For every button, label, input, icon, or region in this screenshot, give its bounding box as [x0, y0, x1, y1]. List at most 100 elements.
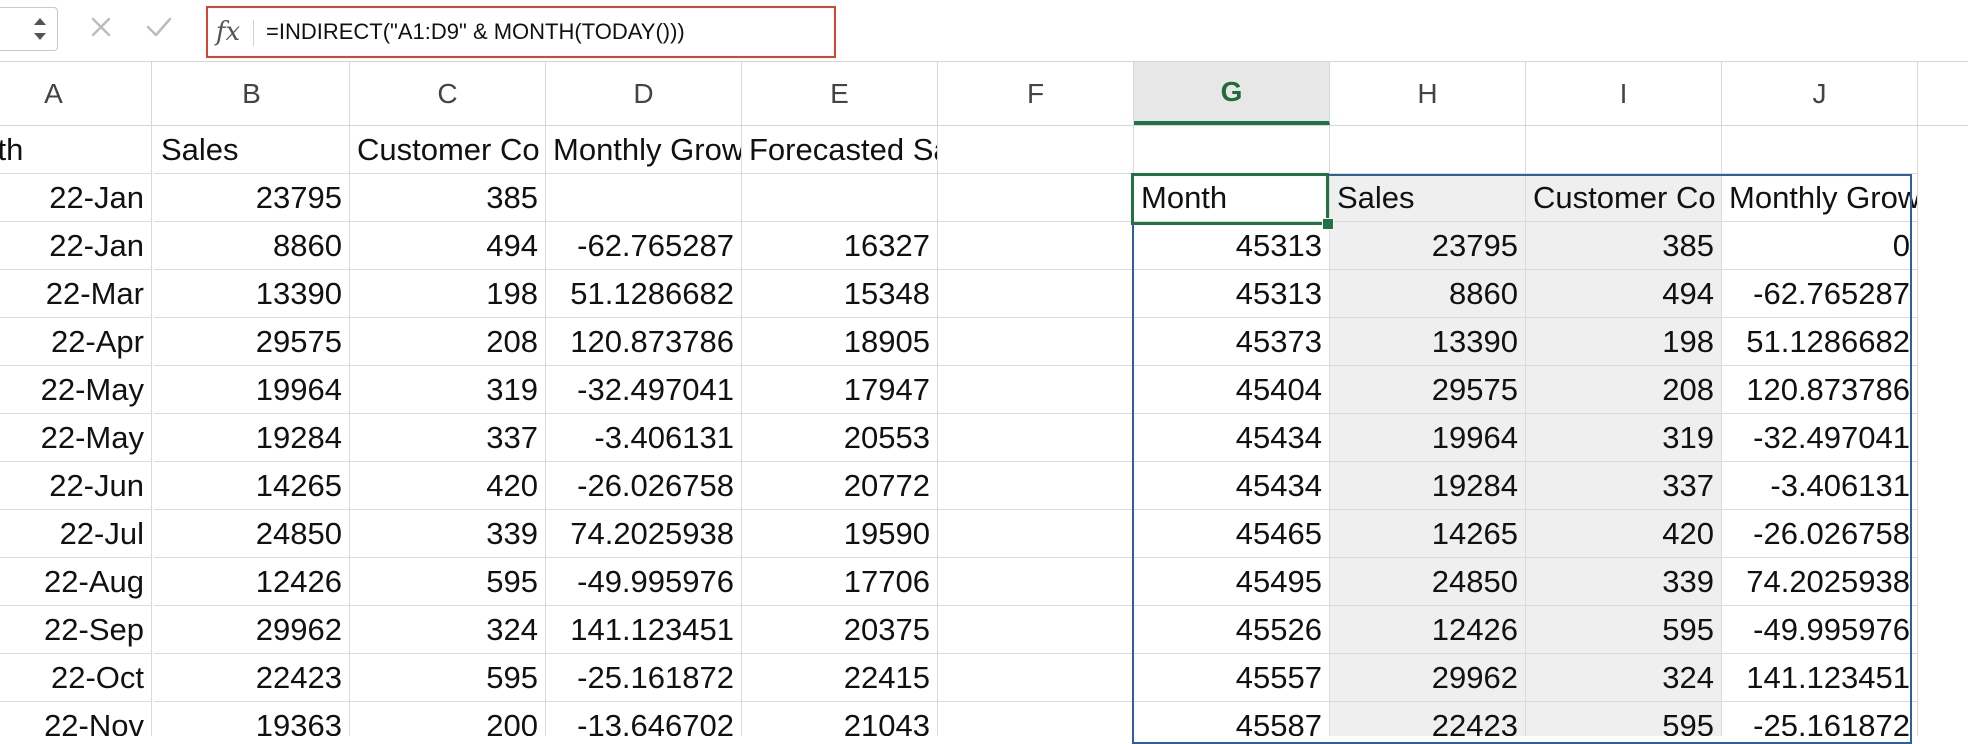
cell-b[interactable]: 29575: [154, 318, 350, 366]
cell-j[interactable]: 74.2025938: [1722, 558, 1918, 606]
cell-i[interactable]: Customer Co: [1526, 174, 1722, 222]
cell-f[interactable]: [938, 702, 1134, 736]
cell-a[interactable]: 22-Jan: [0, 174, 152, 222]
cell-f[interactable]: [938, 126, 1134, 174]
cell-a[interactable]: 22-Mar: [0, 270, 152, 318]
cell-j[interactable]: 51.1286682: [1722, 318, 1918, 366]
cell-b[interactable]: 19284: [154, 414, 350, 462]
cell-g[interactable]: [1134, 126, 1330, 174]
cell-f[interactable]: [938, 606, 1134, 654]
column-header-g[interactable]: G: [1134, 62, 1330, 125]
cell-g[interactable]: 45587: [1134, 702, 1330, 736]
cell-b[interactable]: 29962: [154, 606, 350, 654]
column-header-b[interactable]: B: [154, 62, 350, 125]
cell-g[interactable]: 45313: [1134, 270, 1330, 318]
cell-g[interactable]: 45434: [1134, 462, 1330, 510]
column-header-h[interactable]: H: [1330, 62, 1526, 125]
cell-c[interactable]: 208: [350, 318, 546, 366]
cell-f[interactable]: [938, 414, 1134, 462]
column-header-j[interactable]: J: [1722, 62, 1918, 125]
cell-a[interactable]: 22-Aug: [0, 558, 152, 606]
cell-h[interactable]: 19284: [1330, 462, 1526, 510]
cell-e[interactable]: 17947: [742, 366, 938, 414]
cell-f[interactable]: [938, 318, 1134, 366]
cell-g[interactable]: 45313: [1134, 222, 1330, 270]
column-header-e[interactable]: E: [742, 62, 938, 125]
cell-a[interactable]: 22-Jun: [0, 462, 152, 510]
cell-a[interactable]: 22-Jan: [0, 222, 152, 270]
cell-e[interactable]: 20772: [742, 462, 938, 510]
cell-f[interactable]: [938, 462, 1134, 510]
cell-i[interactable]: 595: [1526, 702, 1722, 736]
cell-e[interactable]: Forecasted Sales: [742, 126, 938, 174]
cell-e[interactable]: 16327: [742, 222, 938, 270]
cell-c[interactable]: Customer Co: [350, 126, 546, 174]
cell-c[interactable]: 337: [350, 414, 546, 462]
enter-formula-button[interactable]: [144, 14, 174, 44]
cell-e[interactable]: 20375: [742, 606, 938, 654]
cell-i[interactable]: 208: [1526, 366, 1722, 414]
spreadsheet-grid[interactable]: onthSalesCustomer CoMonthly GrowForecast…: [0, 126, 1968, 736]
cell-j[interactable]: Monthly Growth: [1722, 174, 1918, 222]
cell-h[interactable]: 12426: [1330, 606, 1526, 654]
name-box[interactable]: [0, 7, 58, 51]
cell-b[interactable]: 12426: [154, 558, 350, 606]
cell-b[interactable]: 24850: [154, 510, 350, 558]
cell-h[interactable]: 8860: [1330, 270, 1526, 318]
cell-b[interactable]: Sales: [154, 126, 350, 174]
cell-b[interactable]: 19964: [154, 366, 350, 414]
cell-g[interactable]: 45465: [1134, 510, 1330, 558]
cell-g[interactable]: 45557: [1134, 654, 1330, 702]
cell-c[interactable]: 339: [350, 510, 546, 558]
cell-i[interactable]: 420: [1526, 510, 1722, 558]
cell-c[interactable]: 420: [350, 462, 546, 510]
cell-c[interactable]: 198: [350, 270, 546, 318]
cell-d[interactable]: 120.873786: [546, 318, 742, 366]
cell-a[interactable]: 22-Nov: [0, 702, 152, 736]
cell-d[interactable]: -49.995976: [546, 558, 742, 606]
cell-e[interactable]: 19590: [742, 510, 938, 558]
cell-c[interactable]: 319: [350, 366, 546, 414]
cell-h[interactable]: 29575: [1330, 366, 1526, 414]
cell-b[interactable]: 23795: [154, 174, 350, 222]
cell-c[interactable]: 595: [350, 558, 546, 606]
cell-h[interactable]: 14265: [1330, 510, 1526, 558]
cell-d[interactable]: 141.123451: [546, 606, 742, 654]
cell-c[interactable]: 385: [350, 174, 546, 222]
cell-c[interactable]: 494: [350, 222, 546, 270]
cell-i[interactable]: 494: [1526, 270, 1722, 318]
cell-b[interactable]: 19363: [154, 702, 350, 736]
formula-text[interactable]: =INDIRECT("A1:D9" & MONTH(TODAY())): [266, 8, 685, 56]
cell-a[interactable]: 22-Sep: [0, 606, 152, 654]
cell-i[interactable]: 337: [1526, 462, 1722, 510]
cell-d[interactable]: -13.646702: [546, 702, 742, 736]
cell-d[interactable]: 51.1286682: [546, 270, 742, 318]
cell-c[interactable]: 200: [350, 702, 546, 736]
cell-h[interactable]: Sales: [1330, 174, 1526, 222]
cell-h[interactable]: 19964: [1330, 414, 1526, 462]
cell-i[interactable]: 198: [1526, 318, 1722, 366]
cell-d[interactable]: -32.497041: [546, 366, 742, 414]
cell-j[interactable]: [1722, 126, 1918, 174]
cell-g[interactable]: 45373: [1134, 318, 1330, 366]
cell-h[interactable]: 13390: [1330, 318, 1526, 366]
cell-j[interactable]: 0: [1722, 222, 1918, 270]
cell-i[interactable]: 324: [1526, 654, 1722, 702]
cell-b[interactable]: 14265: [154, 462, 350, 510]
cell-j[interactable]: -25.161872: [1722, 702, 1918, 736]
cell-h[interactable]: 29962: [1330, 654, 1526, 702]
column-header-f[interactable]: F: [938, 62, 1134, 125]
cell-i[interactable]: [1526, 126, 1722, 174]
formula-input[interactable]: fx =INDIRECT("A1:D9" & MONTH(TODAY())): [206, 6, 836, 58]
column-header-c[interactable]: C: [350, 62, 546, 125]
cell-b[interactable]: 8860: [154, 222, 350, 270]
cell-a[interactable]: 22-Jul: [0, 510, 152, 558]
cell-d[interactable]: -26.026758: [546, 462, 742, 510]
cell-g[interactable]: 45434: [1134, 414, 1330, 462]
cell-f[interactable]: [938, 510, 1134, 558]
cell-j[interactable]: -32.497041: [1722, 414, 1918, 462]
cell-e[interactable]: 20553: [742, 414, 938, 462]
function-icon[interactable]: fx: [210, 14, 246, 50]
name-box-stepper-icon[interactable]: [29, 12, 51, 46]
cell-f[interactable]: [938, 270, 1134, 318]
